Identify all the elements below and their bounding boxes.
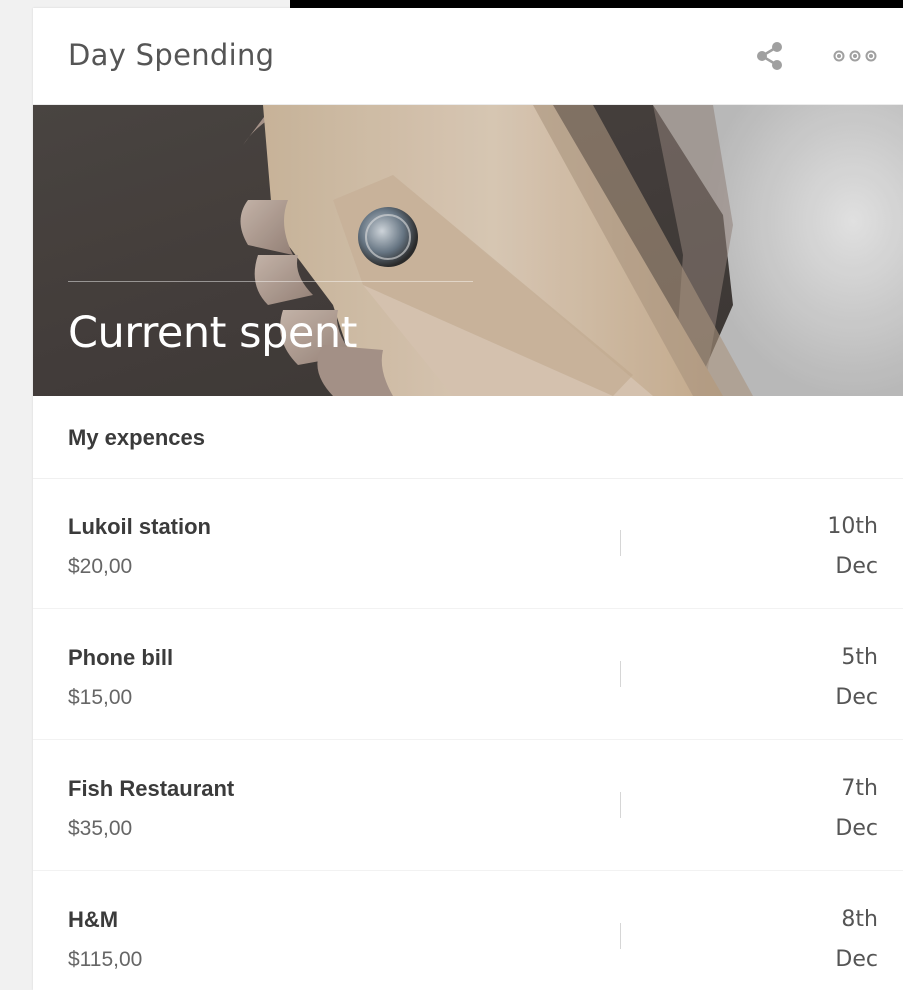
list-item[interactable]: Fish Restaurant $35,00 7th Dec — [33, 740, 903, 871]
expense-name: H&M — [68, 907, 119, 932]
expense-name: Phone bill — [68, 645, 174, 670]
list-item[interactable]: Phone bill $15,00 5th Dec — [33, 609, 903, 740]
day-spending-card: Day Spending Current spent My expences L… — [33, 8, 903, 990]
expense-month: Dec — [835, 685, 878, 710]
expense-amount: $35,00 — [68, 817, 133, 840]
expense-list: Lukoil station $20,00 10th Dec Phone bil… — [33, 478, 903, 990]
card-header: Day Spending — [33, 8, 903, 105]
section-title: My expences — [68, 425, 205, 450]
list-item[interactable]: Lukoil station $20,00 10th Dec — [33, 478, 903, 609]
expense-month: Dec — [835, 554, 878, 579]
expense-amount: $15,00 — [68, 686, 133, 709]
vertical-divider — [620, 792, 621, 818]
expense-day: 5th — [841, 645, 878, 670]
list-item[interactable]: H&M $115,00 8th Dec — [33, 871, 903, 990]
hero-title: Current spent — [68, 308, 357, 358]
expense-month: Dec — [835, 816, 878, 841]
expense-amount: $115,00 — [68, 948, 143, 971]
vertical-divider — [620, 923, 621, 949]
hero-divider-line — [68, 281, 473, 282]
expense-name: Fish Restaurant — [68, 776, 235, 801]
expense-day: 7th — [841, 776, 878, 801]
expense-name: Lukoil station — [68, 514, 211, 539]
share-icon[interactable] — [753, 39, 787, 73]
vertical-divider — [620, 661, 621, 687]
expense-amount: $20,00 — [68, 555, 133, 578]
expense-day: 8th — [841, 907, 878, 932]
more-horizontal-icon[interactable] — [829, 39, 881, 73]
vertical-divider — [620, 530, 621, 556]
section-header: My expences — [33, 397, 903, 479]
hero-image-banner: Current spent — [33, 105, 903, 396]
expense-day: 10th — [827, 514, 878, 539]
card-title: Day Spending — [68, 38, 275, 72]
expense-month: Dec — [835, 947, 878, 972]
